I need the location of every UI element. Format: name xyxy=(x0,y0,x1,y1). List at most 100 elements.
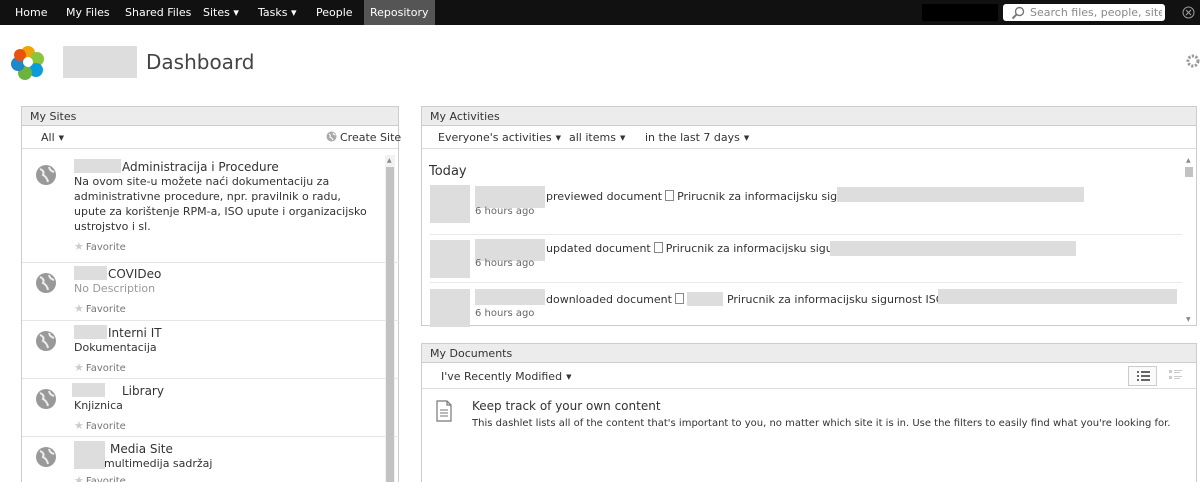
nav-home[interactable]: Home xyxy=(15,0,47,25)
document-icon xyxy=(653,242,663,253)
simple-view-button[interactable] xyxy=(1128,366,1157,386)
globe-icon xyxy=(36,389,56,409)
empty-state-text: This dashlet lists all of the content th… xyxy=(472,418,1171,429)
top-nav-bar: Home My Files Shared Files Sites ▾ Tasks… xyxy=(0,0,1200,25)
page-title: Dashboard xyxy=(146,50,255,74)
site-description: multimedija sadržaj xyxy=(104,457,213,470)
document-suffix-redacted xyxy=(837,187,1084,202)
activities-type-filter[interactable]: all items ▼ xyxy=(569,127,625,149)
site-prefix-redacted xyxy=(74,266,107,280)
activity-action: previewed document xyxy=(546,190,663,203)
globe-icon xyxy=(36,447,56,467)
favorite-label: Favorite xyxy=(85,304,126,315)
my-activities-dashlet: My Activities Everyone's activities ▼ all… xyxy=(421,106,1197,327)
sites-scrollbar[interactable]: ▲ xyxy=(385,155,395,482)
document-icon xyxy=(436,400,452,422)
nav-my-files[interactable]: My Files xyxy=(66,0,110,25)
scroll-up-icon[interactable]: ▲ xyxy=(1186,157,1191,164)
activities-toolbar: Everyone's activities ▼ all items ▼ in the… xyxy=(422,127,1196,149)
activity-action: updated document xyxy=(546,242,651,255)
my-sites-dashlet: My Sites All ▼ Create Site Administracija… xyxy=(21,106,401,482)
filter-label: All xyxy=(41,131,55,144)
activity-group-heading: Today xyxy=(429,164,467,179)
site-prefix-redacted xyxy=(74,325,107,339)
nav-shared-files[interactable]: Shared Files xyxy=(125,0,191,25)
activity-item: previewed document Prirucnik za informaci… xyxy=(430,185,1182,235)
nav-tasks[interactable]: Tasks ▾ xyxy=(258,0,297,25)
site-name-link[interactable]: COVIDeo xyxy=(108,267,161,281)
document-suffix-redacted xyxy=(830,241,1076,256)
favorite-toggle[interactable]: ★ Favorite xyxy=(74,361,126,374)
activity-time: 6 hours ago xyxy=(475,258,535,269)
document-prefix-redacted xyxy=(686,292,723,306)
site-name-link[interactable]: Administracija i Procedure xyxy=(122,160,279,174)
scrollbar-thumb[interactable] xyxy=(1185,167,1193,177)
nav-people[interactable]: People xyxy=(316,0,353,25)
favorite-toggle[interactable]: ★ Favorite xyxy=(74,474,126,482)
scroll-up-icon[interactable]: ▲ xyxy=(387,157,392,164)
chevron-down-icon: ▼ xyxy=(743,134,750,142)
document-suffix-redacted xyxy=(938,289,1177,304)
detailed-view-button[interactable] xyxy=(1164,366,1188,386)
dashlet-title: My Activities xyxy=(422,107,1196,126)
user-name-redacted xyxy=(475,186,545,208)
scrollbar-thumb[interactable] xyxy=(386,167,394,482)
dashlet-title: My Documents xyxy=(422,344,1196,363)
star-icon: ★ xyxy=(74,240,84,253)
close-icon[interactable] xyxy=(1182,6,1195,19)
activities-user-filter[interactable]: Everyone's activities ▼ xyxy=(438,127,561,149)
site-item: COVIDeo No Description ★ Favorite xyxy=(22,263,399,321)
nav-repository[interactable]: Repository xyxy=(364,0,435,25)
avatar[interactable] xyxy=(430,240,470,278)
star-icon: ★ xyxy=(74,474,84,482)
favorite-label: Favorite xyxy=(85,421,126,432)
site-item: Interni IT Dokumentacija ★ Favorite xyxy=(22,321,399,379)
filter-label: in the last 7 days xyxy=(645,131,740,144)
gear-icon[interactable] xyxy=(1185,53,1200,69)
chevron-down-icon: ▼ xyxy=(566,373,572,381)
globe-icon xyxy=(36,165,56,185)
activity-text: updated document Prirucnik za informacijs… xyxy=(546,242,861,255)
favorite-label: Favorite xyxy=(85,363,126,374)
chevron-down-icon: ▼ xyxy=(619,134,626,142)
globe-icon xyxy=(36,273,56,293)
site-prefix-redacted xyxy=(72,383,105,397)
search-box[interactable] xyxy=(1003,4,1165,21)
filter-label: Everyone's activities xyxy=(438,131,552,144)
avatar[interactable] xyxy=(430,185,470,223)
activities-range-filter[interactable]: in the last 7 days ▼ xyxy=(645,127,749,149)
avatar[interactable] xyxy=(430,289,470,327)
documents-toolbar: I've Recently Modified ▼ xyxy=(422,364,1196,389)
scroll-down-icon[interactable]: ▼ xyxy=(1186,316,1191,323)
site-item: Administracija i Procedure Na ovom site-… xyxy=(22,155,399,263)
site-name-link[interactable]: Media Site xyxy=(110,442,173,456)
alfresco-logo-icon[interactable] xyxy=(10,44,46,80)
site-name-link[interactable]: Library xyxy=(122,384,164,398)
user-menu-redacted[interactable] xyxy=(922,4,998,21)
detailed-list-icon xyxy=(1169,370,1182,379)
empty-state-title: Keep track of your own content xyxy=(472,399,661,413)
star-icon: ★ xyxy=(74,302,84,315)
star-icon: ★ xyxy=(74,361,84,374)
chevron-down-icon: ▼ xyxy=(555,134,561,142)
user-name-redacted xyxy=(63,46,137,78)
nav-sites[interactable]: Sites ▾ xyxy=(203,0,239,25)
search-input[interactable] xyxy=(1030,4,1162,21)
create-site-link[interactable]: Create Site xyxy=(326,127,401,149)
favorite-toggle[interactable]: ★ Favorite xyxy=(74,302,126,315)
favorite-label: Favorite xyxy=(85,242,126,253)
activity-item: updated document Prirucnik za informacijs… xyxy=(430,235,1182,283)
favorite-toggle[interactable]: ★ Favorite xyxy=(74,419,126,432)
site-name-link[interactable]: Interni IT xyxy=(108,326,162,340)
user-name-redacted xyxy=(475,289,545,305)
activity-time: 6 hours ago xyxy=(475,206,535,217)
search-icon xyxy=(1011,6,1025,20)
documents-filter-dropdown[interactable]: I've Recently Modified ▼ xyxy=(441,364,571,390)
sites-filter-dropdown[interactable]: All ▼ xyxy=(41,127,64,149)
filter-label: I've Recently Modified xyxy=(441,370,563,383)
activities-scrollbar[interactable]: ▲ ▼ xyxy=(1184,155,1194,325)
site-description: No Description xyxy=(74,282,156,295)
star-icon: ★ xyxy=(74,419,84,432)
site-description: Dokumentacija xyxy=(74,341,157,354)
favorite-toggle[interactable]: ★ Favorite xyxy=(74,240,126,253)
